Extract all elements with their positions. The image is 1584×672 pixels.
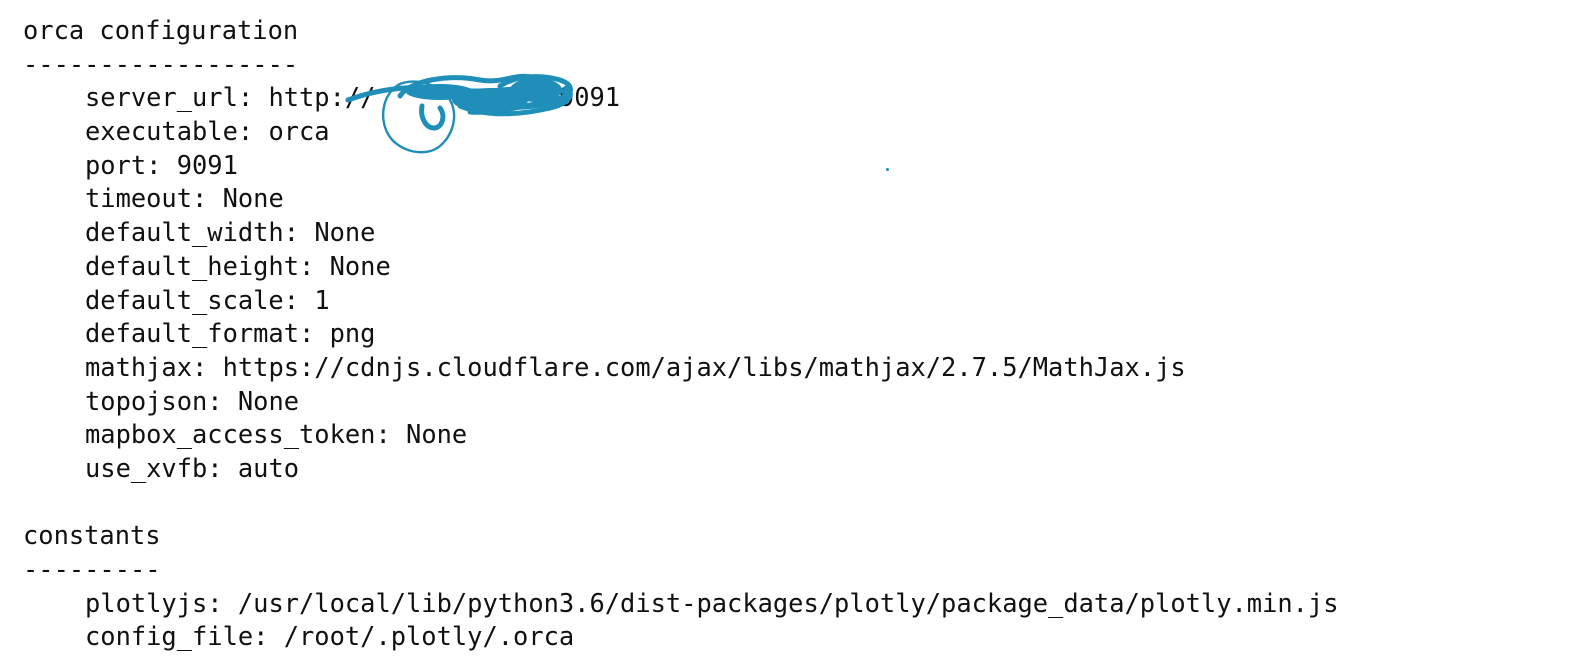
key-separator: : — [253, 621, 284, 652]
config-row: plotlyjs: /usr/local/lib/python3.6/dist-… — [23, 587, 1339, 621]
config-value: None — [329, 250, 391, 281]
config-row: topojson: None — [23, 385, 1339, 419]
config-key: default_format — [85, 318, 300, 349]
config-row: port: 9091 — [23, 149, 1339, 183]
config-row: timeout: None — [23, 182, 1339, 216]
config-key: default_scale — [85, 284, 284, 315]
config-key: mapbox_access_token — [85, 419, 376, 450]
key-separator: : — [237, 116, 269, 147]
config-key: config_file — [85, 621, 254, 652]
config-value: 1 — [314, 284, 330, 315]
console-output: orca configuration ------------------ serv… — [23, 14, 1339, 654]
config-key: timeout — [85, 183, 193, 214]
config-row: default_scale: 1 — [23, 284, 1339, 318]
config-key: port — [85, 149, 147, 180]
config-row: default_height: None — [23, 250, 1339, 284]
key-separator: : — [299, 250, 330, 281]
config-value: None — [237, 385, 300, 416]
key-separator: : — [207, 452, 238, 483]
key-separator: : — [192, 351, 223, 382]
config-value: 9091 — [176, 149, 238, 180]
stray-mark — [886, 168, 889, 171]
config-row: use_xvfb: auto — [23, 452, 1339, 486]
config-value: orca — [268, 116, 330, 147]
config-value: /usr/local/lib/python3.6/dist-packages/p… — [237, 587, 1339, 618]
redacted-host — [375, 82, 543, 112]
key-separator: : — [283, 284, 315, 315]
config-row: default_width: None — [23, 216, 1339, 250]
config-value: None — [222, 183, 284, 214]
config-key: default_width — [85, 217, 284, 248]
config-value-suffix: :9091 — [543, 82, 621, 113]
config-row: server_url: http:// :9091 — [23, 81, 1339, 115]
section-title: orca configuration — [23, 15, 299, 45]
key-separator: : — [375, 419, 407, 450]
config-row: config_file: /root/.plotly/.orca — [23, 620, 1339, 654]
config-key: server_url — [85, 82, 238, 113]
section-rule: ------------------ — [23, 48, 299, 79]
key-separator: : — [283, 217, 315, 248]
key-separator: : — [207, 587, 238, 618]
key-separator: : — [146, 149, 177, 180]
key-separator: : — [299, 318, 330, 349]
section-title: constants — [23, 520, 161, 551]
config-key: default_height — [85, 250, 300, 281]
config-value: png — [329, 318, 376, 349]
config-key: plotlyjs — [85, 587, 208, 618]
config-value: http:// — [268, 82, 376, 113]
config-value: None — [406, 419, 468, 450]
config-key: executable — [85, 116, 238, 147]
config-row: default_format: png — [23, 317, 1339, 351]
key-separator: : — [207, 385, 238, 416]
config-value: https://cdnjs.cloudflare.com/ajax/libs/m… — [222, 351, 1186, 382]
config-value: /root/.plotly/.orca — [283, 621, 575, 652]
config-key: mathjax — [85, 351, 193, 382]
key-separator: : — [192, 183, 223, 214]
section-rule: --------- — [23, 554, 161, 584]
config-row: mapbox_access_token: None — [23, 418, 1339, 452]
config-key: use_xvfb — [85, 452, 208, 483]
config-key: topojson — [85, 385, 208, 416]
config-value: None — [314, 217, 376, 248]
config-row: mathjax: https://cdnjs.cloudflare.com/aj… — [23, 351, 1339, 385]
config-value: auto — [237, 452, 300, 483]
key-separator: : — [237, 82, 269, 113]
config-row: executable: orca — [23, 115, 1339, 149]
